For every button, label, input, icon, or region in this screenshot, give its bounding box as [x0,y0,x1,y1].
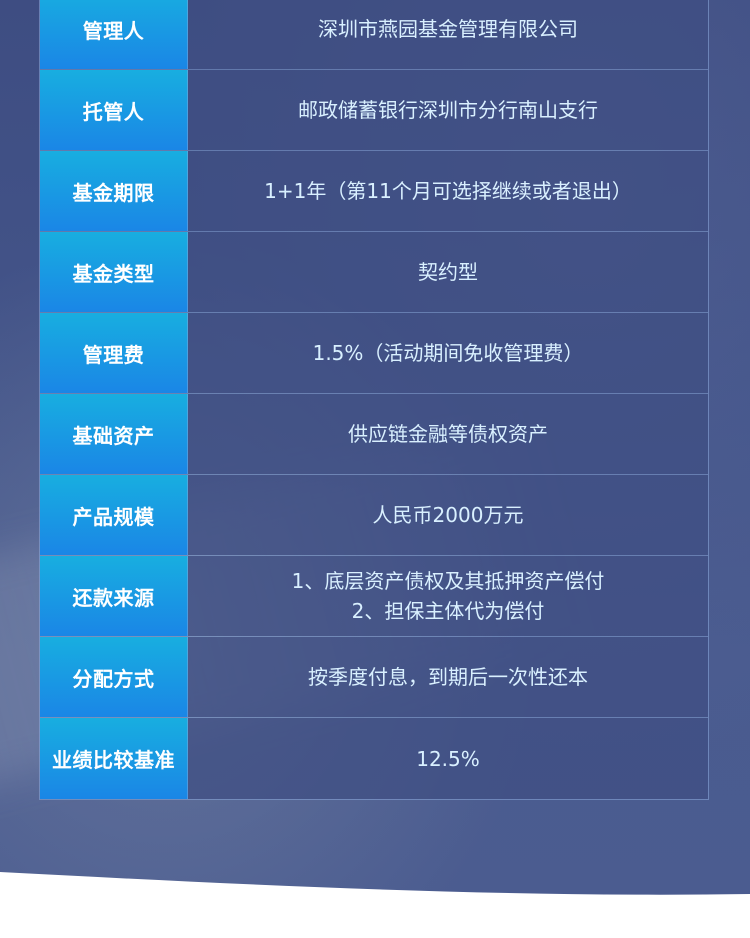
bottom-white-band [0,872,750,938]
row-label: 基金期限 [40,151,188,231]
row-value-line: 供应链金融等债权资产 [348,422,548,446]
row-value-line: 12.5% [416,746,480,771]
row-label: 管理费 [40,313,188,393]
table-row-custodian: 托管人 邮政储蓄银行深圳市分行南山支行 [40,70,708,151]
table-row-product-size: 产品规模 人民币2000万元 [40,475,708,556]
row-value: 1.5%（活动期间免收管理费） [188,313,708,393]
row-value-line: 1、底层资产债权及其抵押资产偿付 [291,569,605,593]
row-value-line: 1+1年（第11个月可选择继续或者退出） [264,179,632,203]
row-value-line: 邮政储蓄银行深圳市分行南山支行 [298,98,598,122]
row-label: 产品规模 [40,475,188,555]
row-value-line: 深圳市燕园基金管理有限公司 [318,17,578,41]
row-value: 契约型 [188,232,708,312]
row-value: 邮政储蓄银行深圳市分行南山支行 [188,70,708,150]
row-value: 12.5% [188,718,708,799]
fund-info-table: 管理人 深圳市燕园基金管理有限公司 托管人 邮政储蓄银行深圳市分行南山支行 基金… [39,0,709,800]
row-label: 分配方式 [40,637,188,717]
row-value: 1、底层资产债权及其抵押资产偿付 2、担保主体代为偿付 [188,556,708,636]
row-value: 供应链金融等债权资产 [188,394,708,474]
row-value-line: 2、担保主体代为偿付 [351,599,545,623]
table-row-distribution: 分配方式 按季度付息，到期后一次性还本 [40,637,708,718]
table-row-repayment-source: 还款来源 1、底层资产债权及其抵押资产偿付 2、担保主体代为偿付 [40,556,708,637]
row-value-line: 人民币2000万元 [372,503,524,527]
table-row-manager: 管理人 深圳市燕园基金管理有限公司 [40,0,708,70]
row-label: 托管人 [40,70,188,150]
table-row-benchmark: 业绩比较基准 12.5% [40,718,708,799]
table-row-type: 基金类型 契约型 [40,232,708,313]
bottom-band-shape [0,872,750,938]
row-value: 人民币2000万元 [188,475,708,555]
row-value-line: 1.5%（活动期间免收管理费） [312,341,584,365]
row-label: 基金类型 [40,232,188,312]
row-value-line: 按季度付息，到期后一次性还本 [308,665,588,689]
row-value: 1+1年（第11个月可选择继续或者退出） [188,151,708,231]
row-value-line: 契约型 [418,260,478,284]
row-label: 还款来源 [40,556,188,636]
row-label: 管理人 [40,0,188,69]
row-label: 业绩比较基准 [40,718,188,799]
row-value: 按季度付息，到期后一次性还本 [188,637,708,717]
table-row-term: 基金期限 1+1年（第11个月可选择继续或者退出） [40,151,708,232]
row-value: 深圳市燕园基金管理有限公司 [188,0,708,69]
table-row-management-fee: 管理费 1.5%（活动期间免收管理费） [40,313,708,394]
table-row-underlying-assets: 基础资产 供应链金融等债权资产 [40,394,708,475]
row-label: 基础资产 [40,394,188,474]
